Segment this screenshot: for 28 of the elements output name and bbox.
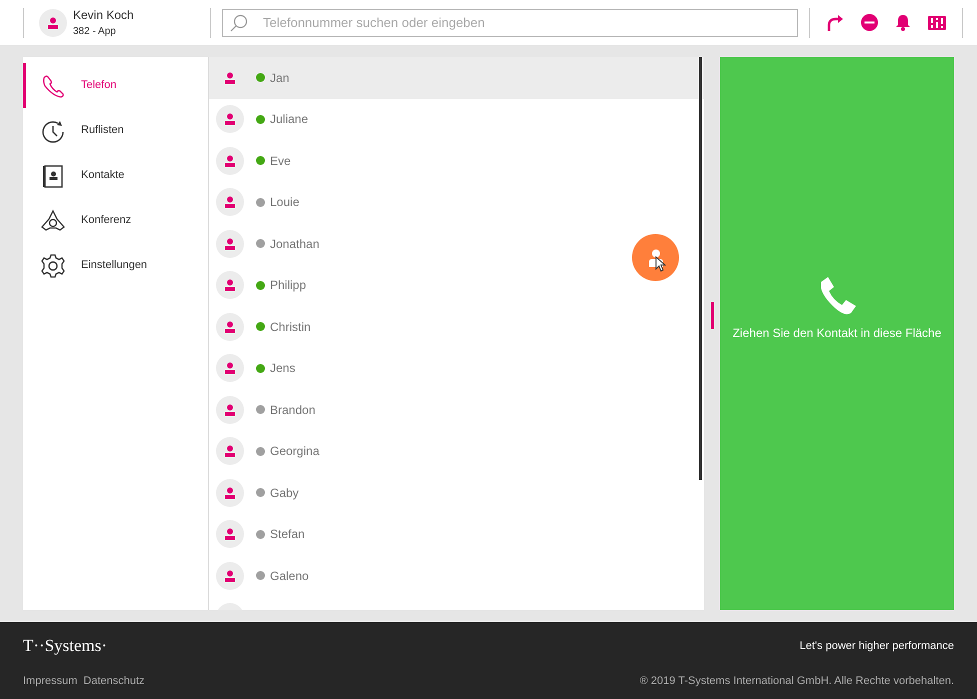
- contact-name: Gaby: [270, 484, 299, 502]
- search-field[interactable]: Telefonnummer suchen oder eingeben: [222, 8, 798, 36]
- user-name: Kevin Koch: [73, 7, 134, 24]
- contact-name: Brandon: [270, 402, 316, 419]
- contact-row[interactable]: Jan: [209, 57, 704, 98]
- contact-name: Juliane: [270, 111, 308, 128]
- nav-item[interactable]: Konferenz: [23, 198, 208, 243]
- nav-item[interactable]: Telefon: [23, 63, 208, 108]
- contact-name: Stefan: [270, 526, 305, 544]
- nav-item[interactable]: Kontakte: [23, 153, 208, 198]
- contact-name: Jens: [270, 360, 296, 378]
- footer-link[interactable]: Datenschutz: [83, 673, 145, 690]
- slogan: Let's power higher performance: [800, 638, 954, 654]
- footer-link[interactable]: Impressum: [23, 673, 78, 690]
- contact-name: Georgina: [270, 443, 320, 460]
- contact-name: Louie: [270, 194, 300, 212]
- contact-name: Jonathan: [270, 236, 320, 253]
- contact-name: Christin: [270, 318, 311, 336]
- contact-name: Galeno: [270, 568, 309, 585]
- drop-instruction: Ziehen Sie den Kontakt in diese Fläche: [732, 324, 942, 342]
- nav-item[interactable]: Ruflisten: [23, 108, 208, 153]
- contact-name: Philipp: [270, 277, 306, 294]
- user-extension: 382 - App: [73, 25, 117, 39]
- company-logo: T··Systems·: [23, 635, 108, 658]
- copyright-text: ® 2019 T-Systems International GmbH. Alle Rechte vorbehalten.: [640, 674, 954, 690]
- contact-name: Eve: [270, 152, 291, 170]
- contact-name: Jan: [270, 70, 290, 87]
- nav-item[interactable]: Einstellungen: [23, 243, 208, 288]
